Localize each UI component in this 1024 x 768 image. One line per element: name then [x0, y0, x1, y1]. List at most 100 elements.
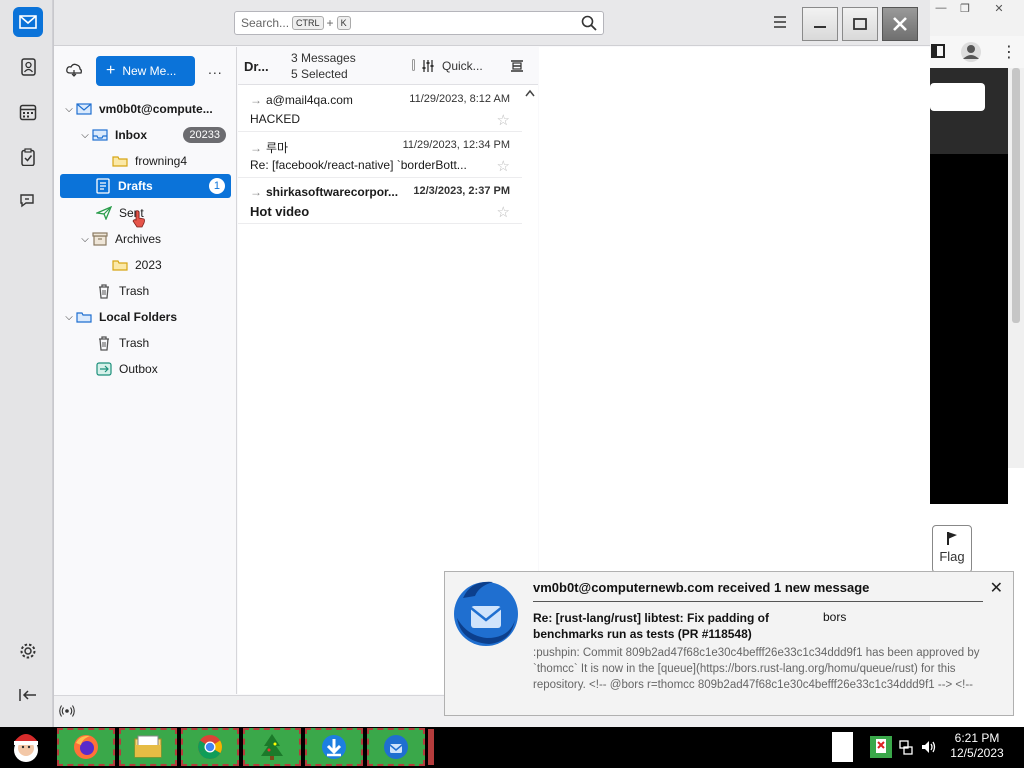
- unread-count-badge: 1: [208, 178, 225, 194]
- folder-sent[interactable]: Sent: [96, 201, 232, 225]
- search-icon[interactable]: [581, 15, 597, 31]
- volume-icon[interactable]: [920, 739, 938, 755]
- trash-icon: [96, 335, 112, 351]
- christmas-tree-icon: [261, 734, 283, 760]
- chat-space-button[interactable]: [13, 186, 43, 216]
- network-icon[interactable]: [898, 739, 914, 755]
- taskbar-firefox-button[interactable]: [57, 728, 115, 766]
- scroll-up-icon[interactable]: [525, 89, 535, 97]
- background-page-input[interactable]: [930, 83, 985, 111]
- folder-pane: + New Me... ... ⌵ vm0b0t@compute... ⌵ In…: [54, 47, 237, 694]
- folder-pane-more-button[interactable]: ...: [208, 61, 223, 77]
- folder-frowning4[interactable]: frowning4: [112, 149, 232, 173]
- chevron-down-icon[interactable]: ⌵: [62, 312, 76, 323]
- chevron-down-icon[interactable]: ⌵: [62, 104, 76, 115]
- shortcut-key-k: K: [336, 16, 351, 30]
- get-messages-icon[interactable]: [66, 63, 82, 77]
- flag-button[interactable]: Flag: [932, 525, 972, 573]
- calendar-space-button[interactable]: [13, 97, 43, 127]
- message-row[interactable]: → shirkasoftwarecorpor... 12/3/2023, 2:37…: [238, 178, 522, 224]
- tray-blank-area: [832, 732, 853, 762]
- star-icon[interactable]: ☆: [497, 157, 510, 175]
- taskbar-download-button[interactable]: [305, 728, 363, 766]
- background-scrollbar[interactable]: [1008, 68, 1024, 468]
- hand-cursor-icon: [132, 210, 145, 228]
- folder-icon: [112, 257, 128, 273]
- minimize-icon[interactable]: —: [930, 2, 952, 16]
- profile-avatar-icon[interactable]: [960, 41, 982, 63]
- folder-2023[interactable]: 2023: [112, 253, 232, 277]
- taskbar-chrome-button[interactable]: [181, 728, 239, 766]
- close-icon[interactable]: ✕: [990, 578, 1003, 598]
- list-options-icon[interactable]: [510, 59, 524, 73]
- address-book-space-button[interactable]: [13, 52, 43, 82]
- clock-time: 6:21 PM: [954, 731, 1000, 745]
- outbox-icon: [96, 361, 112, 377]
- folder-outbox[interactable]: Outbox: [96, 357, 232, 381]
- toggle-switch-icon[interactable]: [412, 59, 415, 71]
- taskbar-separator: [428, 729, 434, 765]
- plus-icon: +: [106, 62, 116, 79]
- collapse-left-icon: [19, 689, 36, 701]
- chevron-down-icon[interactable]: ⌵: [78, 234, 92, 245]
- gear-icon: [20, 643, 36, 659]
- tray-flag-icon[interactable]: [870, 736, 892, 758]
- folder-archives[interactable]: ⌵ Archives: [78, 227, 232, 251]
- local-folders-row[interactable]: ⌵ Local Folders: [62, 305, 232, 329]
- calendar-icon: [19, 104, 37, 121]
- download-icon: [322, 735, 346, 759]
- folder-drafts[interactable]: Drafts 1: [60, 174, 231, 198]
- chevron-down-icon[interactable]: ⌵: [78, 130, 92, 141]
- settings-button[interactable]: [13, 636, 43, 666]
- message-row[interactable]: → 루마 11/29/2023, 12:34 PM Re: [facebook/r…: [238, 132, 522, 178]
- message-sender-text: shirkasoftwarecorpor...: [266, 185, 399, 199]
- minimize-button[interactable]: [802, 7, 838, 41]
- taskbar-thunderbird-button[interactable]: [367, 728, 425, 766]
- folder-label: Trash: [119, 336, 150, 350]
- drafts-icon: [95, 178, 111, 194]
- close-icon[interactable]: ✕: [988, 2, 1010, 16]
- search-placeholder: Search...: [241, 16, 290, 30]
- taskbar-tree-button[interactable]: [243, 728, 301, 766]
- collapse-spaces-button[interactable]: [13, 680, 43, 710]
- arrow-right-icon: →: [250, 185, 262, 199]
- start-button[interactable]: [6, 728, 46, 766]
- app-menu-icon[interactable]: [770, 12, 790, 32]
- account-name: vm0b0t@compute...: [99, 102, 213, 116]
- folder-label: Local Folders: [99, 310, 178, 324]
- close-button[interactable]: [882, 7, 918, 41]
- online-status-icon[interactable]: [59, 704, 75, 718]
- maximize-button[interactable]: [842, 7, 878, 41]
- mail-space-button[interactable]: [13, 7, 43, 37]
- message-subject: Re: [facebook/react-native] `borderBott.…: [250, 158, 467, 172]
- more-options-icon[interactable]: ⋮: [1001, 42, 1017, 62]
- message-sender: → shirkasoftwarecorpor...: [250, 185, 398, 199]
- background-browser-titlebar: — ❐ ✕: [928, 0, 1024, 36]
- star-icon[interactable]: ☆: [497, 203, 510, 221]
- flag-label: Flag: [939, 549, 965, 564]
- new-mail-notification[interactable]: vm0b0t@computernewb.com received 1 new m…: [444, 571, 1014, 716]
- folder-inbox[interactable]: ⌵ Inbox 20233: [78, 123, 232, 147]
- filter-sliders-icon[interactable]: [421, 59, 435, 73]
- account-row[interactable]: ⌵ vm0b0t@compute...: [62, 97, 232, 121]
- flag-icon: [947, 532, 957, 545]
- folder-local-trash[interactable]: Trash: [96, 331, 232, 355]
- message-date: 11/29/2023, 12:34 PM: [402, 139, 510, 151]
- restore-icon[interactable]: ❐: [954, 2, 976, 16]
- taskbar-explorer-button[interactable]: [119, 728, 177, 766]
- tasks-space-button[interactable]: [13, 142, 43, 172]
- new-message-button[interactable]: + New Me...: [96, 56, 195, 86]
- notification-divider: [533, 601, 983, 602]
- message-row[interactable]: → a@mail4qa.com 11/29/2023, 8:12 AM HACKE…: [238, 86, 522, 132]
- folder-label: Trash: [119, 284, 150, 298]
- star-icon[interactable]: ☆: [497, 111, 510, 129]
- thunderbird-icon: [384, 735, 408, 759]
- global-search-input[interactable]: Search... CTRL + K: [234, 11, 604, 35]
- taskbar-clock[interactable]: 6:21 PM 12/5/2023: [944, 731, 1010, 761]
- message-sender-text: a@mail4qa.com: [266, 93, 353, 107]
- folder-label: Drafts: [118, 179, 153, 193]
- sidebar-icon[interactable]: [931, 44, 945, 58]
- folder-trash[interactable]: Trash: [96, 279, 232, 303]
- quick-filter-button[interactable]: Quick...: [442, 59, 483, 73]
- background-scrollbar-thumb[interactable]: [1012, 68, 1020, 323]
